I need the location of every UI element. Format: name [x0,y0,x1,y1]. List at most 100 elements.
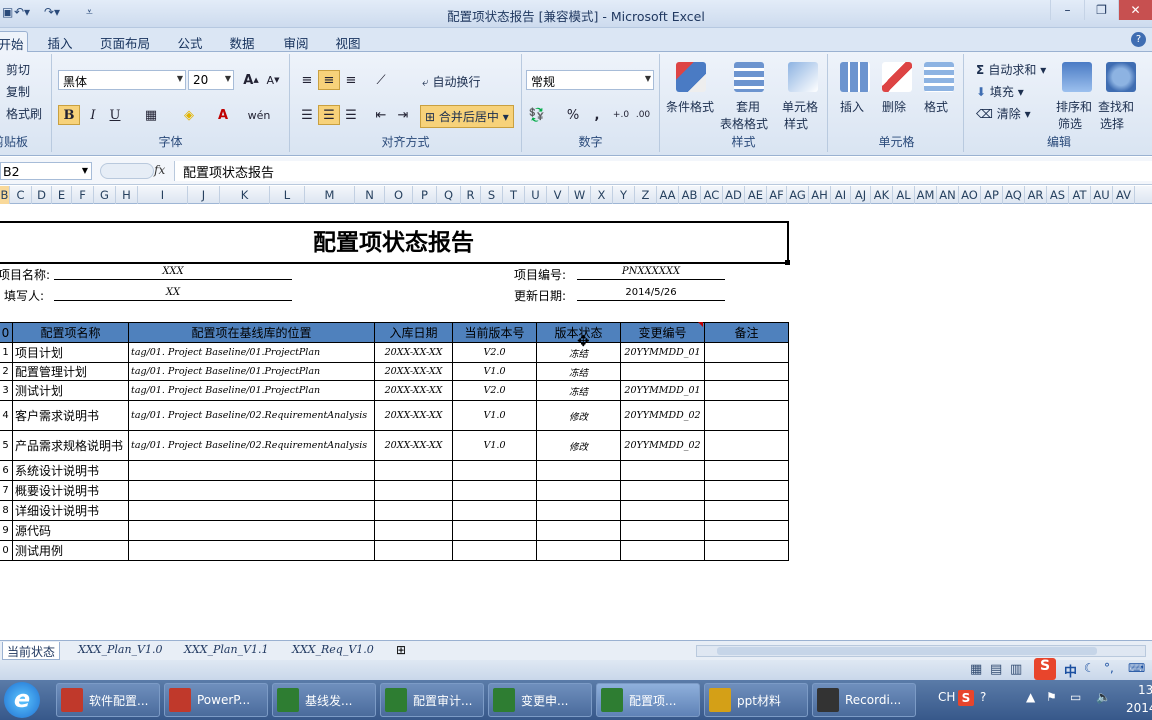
comma-button[interactable]: , [586,105,608,125]
table-cell[interactable] [704,380,789,401]
column-header-M[interactable]: M [305,186,355,204]
table-cell[interactable]: 1 [0,342,13,363]
table-cell[interactable]: tag/01. Project Baseline/01.ProjectPlan [128,342,375,363]
column-header-W[interactable]: W [569,186,591,204]
normal-view-icon[interactable]: ▦ [970,662,982,677]
formula-input[interactable]: 配置项状态报告 [174,161,1152,181]
align-bottom-icon[interactable]: ≡ [340,70,362,90]
column-header-AH[interactable]: AH [809,186,831,204]
format-as-table-line1[interactable]: 套用 [736,98,760,115]
find-select-line2[interactable]: 选择 [1100,115,1124,132]
fill-handle[interactable] [785,260,790,265]
tab-page-layout[interactable]: 页面布局 [94,31,156,52]
table-cell[interactable] [704,540,789,561]
clock-date[interactable]: 2014 [1126,701,1152,715]
table-cell[interactable] [536,500,621,521]
table-cell[interactable] [374,460,453,481]
maximize-icon[interactable]: ❐ [1084,0,1118,20]
column-header-G[interactable]: G [94,186,116,204]
table-cell[interactable]: V1.0 [452,362,537,381]
table-cell[interactable]: 20XX-XX-XX [374,400,453,431]
column-header-S[interactable]: S [481,186,503,204]
table-cell[interactable] [704,342,789,363]
borders-icon[interactable]: ▦ [140,105,162,125]
column-header-I[interactable]: I [138,186,188,204]
column-header-AV[interactable]: AV [1113,186,1135,204]
update-date-value[interactable]: 2014/5/26 [577,287,725,301]
table-cell[interactable]: 概要设计说明书 [12,480,129,501]
table-cell[interactable]: V2.0 [452,342,537,363]
close-icon[interactable]: ✕ [1118,0,1152,20]
name-box[interactable]: B2 ▼ [0,162,92,180]
column-header-T[interactable]: T [503,186,525,204]
font-size-select[interactable]: 20 ▼ [188,70,234,90]
column-header-AE[interactable]: AE [745,186,767,204]
column-header-Z[interactable]: Z [635,186,657,204]
table-cell[interactable] [620,520,705,541]
table-cell[interactable]: 6 [0,460,13,481]
column-header-D[interactable]: D [32,186,52,204]
column-header-H[interactable]: H [116,186,138,204]
conditional-format-button[interactable]: 条件格式 [666,98,714,115]
align-middle-icon[interactable]: ≡ [318,70,340,90]
table-cell[interactable]: 20YYMMDD_02 [620,400,705,431]
table-cell[interactable]: 8 [0,500,13,521]
taskbar-item[interactable]: Recordi... [812,683,916,717]
column-header-AM[interactable]: AM [915,186,937,204]
tab-data[interactable]: 数据 [222,31,262,52]
table-cell[interactable] [374,540,453,561]
column-header-B[interactable]: B [0,186,10,204]
table-cell[interactable] [536,480,621,501]
merge-center-button[interactable]: ⊞ 合并后居中 ▾ [420,105,514,128]
table-cell[interactable] [536,520,621,541]
sheet-tab-req-v10[interactable]: XXX_Req_V1.0 [288,642,378,660]
table-cell[interactable]: 客户需求说明书 [12,400,129,431]
orientation-icon[interactable]: ⟋ [370,70,392,90]
page-layout-view-icon[interactable]: ▤ [990,662,1002,677]
minimize-icon[interactable]: – [1050,0,1084,20]
column-header-AD[interactable]: AD [723,186,745,204]
table-cell[interactable]: 20XX-XX-XX [374,342,453,363]
column-header-AO[interactable]: AO [959,186,981,204]
copy-button[interactable]: 复制 [6,83,30,100]
format-painter-button[interactable]: 格式刷 [6,105,42,122]
table-cell[interactable] [374,520,453,541]
tab-review[interactable]: 审阅 [276,31,316,52]
autosum-button[interactable]: Σ 自动求和 ▾ [976,61,1046,78]
table-cell[interactable] [704,362,789,381]
page-break-view-icon[interactable]: ▥ [1010,662,1022,677]
align-left-icon[interactable]: ☰ [296,105,318,125]
project-no-value[interactable]: PNXXXXXX [577,266,725,280]
table-header-cell[interactable]: 变更编号 [620,322,705,343]
table-cell[interactable] [620,460,705,481]
table-cell[interactable] [452,500,537,521]
table-cell[interactable] [452,460,537,481]
column-header-AC[interactable]: AC [701,186,723,204]
table-cell[interactable] [704,480,789,501]
column-header-AA[interactable]: AA [657,186,679,204]
table-cell[interactable]: 9 [0,520,13,541]
column-header-J[interactable]: J [188,186,220,204]
lang-indicator[interactable]: CH [938,690,955,704]
table-cell[interactable]: 20XX-XX-XX [374,430,453,461]
table-cell[interactable] [452,520,537,541]
column-header-AT[interactable]: AT [1069,186,1091,204]
table-cell[interactable]: 7 [0,480,13,501]
sogou-icon[interactable]: S [1034,658,1056,680]
column-header-AL[interactable]: AL [893,186,915,204]
find-select-line1[interactable]: 查找和 [1098,98,1134,115]
cell-styles-line1[interactable]: 单元格 [782,98,818,115]
moon-icon[interactable]: ☾ [1084,661,1095,675]
table-header-cell[interactable]: 备注 [704,322,789,343]
taskbar-item[interactable]: 基线发... [272,683,376,717]
keyboard-icon[interactable]: ⌨ [1128,661,1145,675]
increase-decimal-icon[interactable]: +.0 [610,105,632,125]
column-header-C[interactable]: C [10,186,32,204]
table-cell[interactable] [536,540,621,561]
underline-button[interactable]: U [104,105,126,125]
table-cell[interactable]: 测试计划 [12,380,129,401]
tab-formulas[interactable]: 公式 [170,31,210,52]
table-cell[interactable] [704,460,789,481]
fill-button[interactable]: ⬇ 填充 ▾ [976,83,1024,100]
column-header-K[interactable]: K [220,186,270,204]
